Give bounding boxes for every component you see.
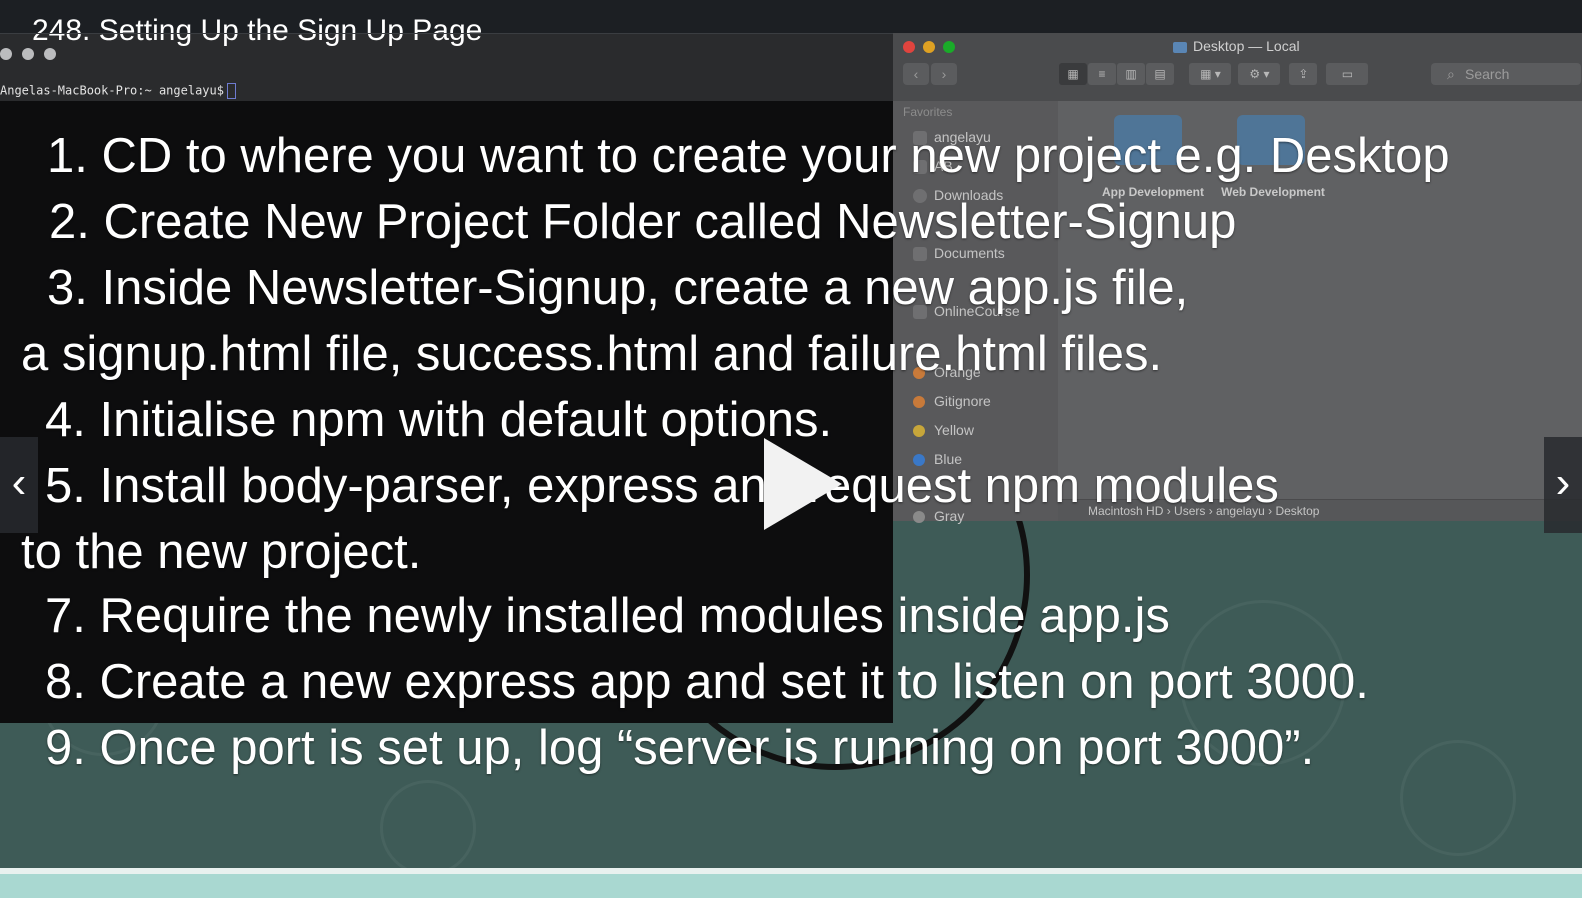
tag-label: Yellow <box>934 422 974 438</box>
finder-search-input[interactable]: ⌕ Search <box>1431 63 1581 85</box>
step-item: 3. Inside Newsletter-Signup, create a ne… <box>47 261 1189 315</box>
sidebar-tag-yellow[interactable]: Yellow <box>913 422 974 438</box>
forward-chevron-icon[interactable]: › <box>931 63 957 85</box>
finder-traffic-lights <box>903 40 963 58</box>
chevron-right-icon: › <box>1555 458 1571 507</box>
finder-nav: ‹ › <box>903 63 959 85</box>
previous-lecture-button[interactable]: ‹ <box>0 437 38 533</box>
finder-title: Desktop — Local <box>1173 38 1300 54</box>
sidebar-tag-gitignore[interactable]: Gitignore <box>913 393 991 409</box>
step-item: 7. Require the newly installed modules i… <box>45 589 1170 643</box>
group-icon[interactable]: ▦ ▾ <box>1189 63 1232 85</box>
gear-icon[interactable]: ⚙ ▾ <box>1238 63 1281 85</box>
play-icon[interactable] <box>764 438 842 530</box>
title-divider <box>0 33 893 34</box>
finder-title-text: Desktop — Local <box>1193 38 1300 54</box>
next-lecture-button[interactable]: › <box>1544 437 1582 533</box>
gallery-view-icon[interactable]: ▤ <box>1146 63 1174 85</box>
terminal-cursor <box>226 83 236 99</box>
column-view-icon[interactable]: ▥ <box>1117 63 1145 85</box>
step-item: 1. CD to where you want to create your n… <box>47 129 1450 183</box>
bottom-strip <box>0 868 1582 898</box>
step-item: 2. Create New Project Folder called News… <box>49 195 1237 249</box>
icon-view-icon[interactable]: ▦ <box>1059 63 1087 85</box>
sidebar-heading: Favorites <box>903 105 953 119</box>
minimize-dot-icon[interactable] <box>923 41 935 53</box>
list-view-icon[interactable]: ≡ <box>1088 63 1116 85</box>
share-icon[interactable]: ⇪ <box>1289 63 1318 85</box>
path-segment[interactable]: Desktop <box>1275 504 1319 518</box>
close-dot-icon[interactable] <box>903 41 915 53</box>
search-icon: ⌕ <box>1447 66 1455 82</box>
terminal-prompt: Angelas-MacBook-Pro:~ angelayu$ <box>0 83 236 99</box>
finder-toolbar: Desktop — Local ‹ › ▦ ≡ ▥ ▤ ▦ ▾ ⚙ ▾ ⇪ ▭ ⌕ Search <box>893 33 1582 102</box>
step-item: to the new project. <box>21 525 422 579</box>
terminal-window-dots <box>0 47 66 65</box>
tag-label: Gitignore <box>934 393 991 409</box>
step-item: a signup.html file, success.html and fai… <box>21 327 1163 381</box>
step-item: 8. Create a new express app and set it t… <box>45 655 1369 709</box>
video-player[interactable]: Angelas-MacBook-Pro:~ angelayu$ Desktop … <box>0 0 1582 898</box>
step-item: 5. Install body-parser, express and requ… <box>45 459 1279 513</box>
back-chevron-icon[interactable]: ‹ <box>903 63 929 85</box>
folder-icon <box>1173 41 1187 53</box>
video-title-bar: 248. Setting Up the Sign Up Page <box>0 0 1582 47</box>
search-placeholder: Search <box>1465 66 1510 82</box>
zoom-dot-icon[interactable] <box>943 41 955 53</box>
video-title: 248. Setting Up the Sign Up Page <box>32 14 483 47</box>
terminal-prompt-text: Angelas-MacBook-Pro:~ angelayu$ <box>0 83 224 98</box>
finder-view-buttons: ▦ ≡ ▥ ▤ ▦ ▾ ⚙ ▾ ⇪ ▭ <box>1059 63 1369 85</box>
step-item: 9. Once port is set up, log “server is r… <box>45 721 1315 775</box>
step-item: 4. Initialise npm with default options. <box>45 393 833 447</box>
tag-dot-icon <box>913 396 925 409</box>
tag-icon[interactable]: ▭ <box>1326 63 1369 85</box>
chevron-left-icon: ‹ <box>11 458 27 507</box>
tag-dot-icon <box>913 425 925 438</box>
